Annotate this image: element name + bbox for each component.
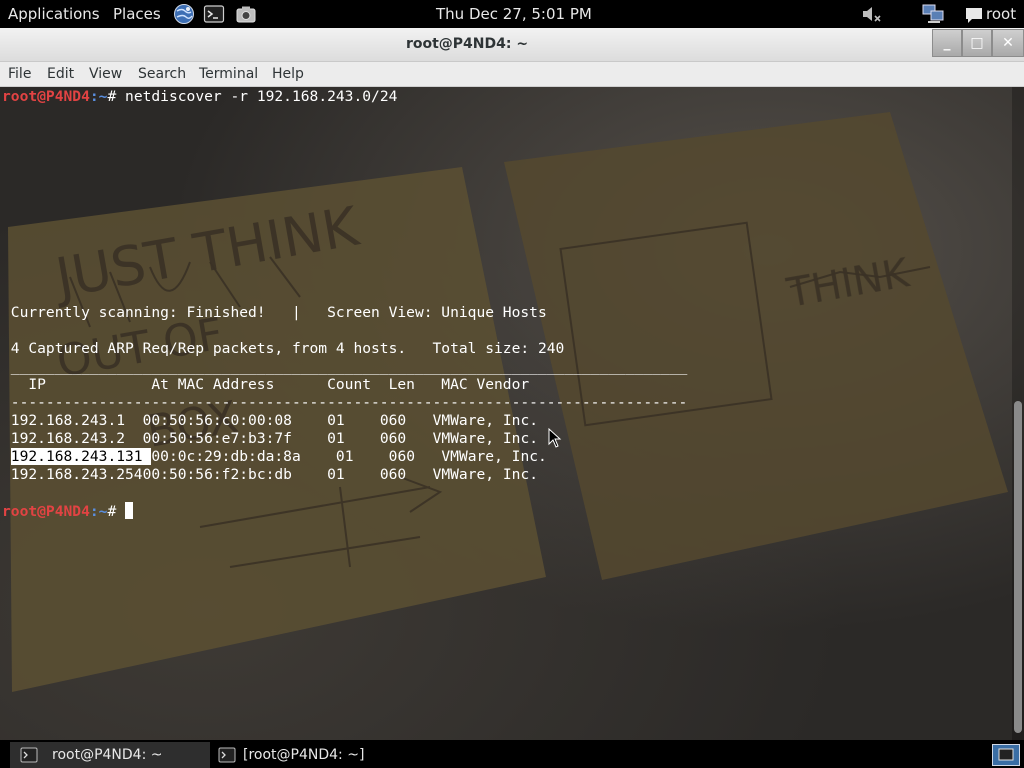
user-menu[interactable]: root — [986, 0, 1016, 28]
table-row: 192.168.243.131 00:0c:29:db:da:8a 01 060… — [2, 448, 547, 466]
prompt-path: :~ — [89, 503, 108, 520]
command-line: root@P4ND4:~# netdiscover -r 192.168.243… — [2, 88, 397, 106]
row-vendor: VMWare, Inc. — [432, 412, 539, 429]
applications-menu[interactable]: Applications — [8, 0, 100, 28]
row-vendor: VMWare, Inc. — [432, 430, 539, 447]
current-prompt-line[interactable]: root@P4ND4:~# — [2, 502, 134, 521]
terminal-icon — [218, 747, 236, 763]
maximize-icon: □ — [970, 35, 984, 51]
prompt-path: :~ — [89, 88, 108, 105]
row-mac: 00:0c:29:db:da:8a — [151, 448, 301, 465]
row-vendor: VMWare, Inc. — [441, 448, 547, 465]
row-ip-selected: 192.168.243.131 — [10, 448, 152, 465]
menu-view[interactable]: View — [89, 62, 122, 87]
maximize-button[interactable]: □ — [962, 29, 992, 57]
text-cursor — [125, 502, 134, 519]
terminal-icon[interactable] — [203, 3, 225, 25]
row-mac: 00:50:56:c0:00:08 — [142, 412, 292, 429]
taskbar-item-label: root@P4ND4: ~ — [52, 747, 163, 763]
taskbar-item-label: [root@P4ND4: ~] — [243, 747, 365, 763]
volume-muted-icon[interactable] — [860, 3, 882, 25]
window-title: root@P4ND4: ~ — [405, 36, 529, 52]
prompt-symbol: # — [107, 503, 126, 520]
menu-edit[interactable]: Edit — [47, 62, 74, 87]
prompt-symbol: # — [107, 88, 126, 105]
close-icon: ✕ — [1002, 35, 1014, 51]
window-titlebar[interactable]: root@P4ND4: ~ _ □ ✕ — [0, 28, 1024, 62]
row-len: 060 — [379, 466, 407, 483]
scan-status-line: Currently scanning: Finished! | Screen V… — [2, 304, 547, 321]
summary-line: 4 Captured ARP Req/Rep packets, from 4 h… — [2, 340, 565, 357]
row-mac: 00:50:56:f2:bc:db — [142, 466, 292, 483]
table-row: 192.168.243.2 00:50:56:e7:b3:7f 01 060 V… — [2, 430, 538, 448]
row-vendor: VMWare, Inc. — [432, 466, 539, 483]
table-row: 192.168.243.25400:50:56:f2:bc:db 01 060 … — [2, 466, 538, 484]
row-ip: 192.168.243.2 — [10, 430, 143, 447]
menu-search[interactable]: Search — [138, 62, 186, 87]
row-len: 060 — [379, 430, 407, 447]
chat-bubble-icon[interactable] — [963, 5, 985, 27]
row-count: 01 — [327, 430, 345, 447]
terminal-icon — [20, 747, 38, 763]
screenshot-camera-icon[interactable] — [235, 3, 257, 25]
row-ip: 192.168.243.254 — [10, 466, 143, 483]
scrollbar-thumb[interactable] — [1014, 401, 1022, 733]
menu-terminal[interactable]: Terminal — [199, 62, 258, 87]
terminal-area[interactable]: JUST THINK OUT OF BOX THINK root@P4ND4:~… — [0, 87, 1024, 740]
row-len: 060 — [379, 412, 407, 429]
command-text: netdiscover -r 192.168.243.0/24 — [125, 88, 398, 105]
row-len: 060 — [388, 448, 416, 465]
table-dash-line: ----------------------------------------… — [2, 394, 688, 411]
row-count: 01 — [327, 466, 345, 483]
taskbar-item-terminal-2[interactable]: [root@P4ND4: ~] — [210, 742, 410, 768]
menu-help[interactable]: Help — [272, 62, 304, 87]
bottom-taskbar: root@P4ND4: ~ [root@P4ND4: ~] — [0, 740, 1024, 768]
network-icon[interactable] — [922, 3, 944, 25]
row-mac: 00:50:56:e7:b3:7f — [142, 430, 292, 447]
table-row: 192.168.243.1 00:50:56:c0:00:08 01 060 V… — [2, 412, 538, 430]
menu-file[interactable]: File — [8, 62, 31, 87]
places-menu[interactable]: Places — [113, 0, 161, 28]
top-panel: Applications Places Thu Dec 27, 5:01 PM … — [0, 0, 1024, 28]
table-header: IP At MAC Address Count Len MAC Vendor — [2, 376, 530, 393]
taskbar-item-terminal-1[interactable]: root@P4ND4: ~ — [10, 742, 210, 768]
minimize-button[interactable]: _ — [932, 29, 962, 57]
prompt-user: root@P4ND4 — [2, 503, 90, 520]
prompt-user: root@P4ND4 — [2, 88, 90, 105]
row-count: 01 — [327, 412, 345, 429]
minimize-icon: _ — [943, 35, 951, 51]
clock[interactable]: Thu Dec 27, 5:01 PM — [436, 0, 592, 28]
menubar: File Edit View Search Terminal Help — [0, 62, 1024, 87]
table-rule: ________________________________________… — [2, 358, 688, 375]
workspace-switcher-icon[interactable] — [992, 744, 1020, 766]
close-button[interactable]: ✕ — [992, 29, 1024, 57]
browser-globe-icon[interactable] — [173, 3, 195, 25]
row-ip: 192.168.243.1 — [10, 412, 143, 429]
mouse-pointer-icon — [548, 428, 562, 448]
row-count: 01 — [335, 448, 354, 465]
terminal-scrollbar[interactable] — [1012, 87, 1024, 740]
